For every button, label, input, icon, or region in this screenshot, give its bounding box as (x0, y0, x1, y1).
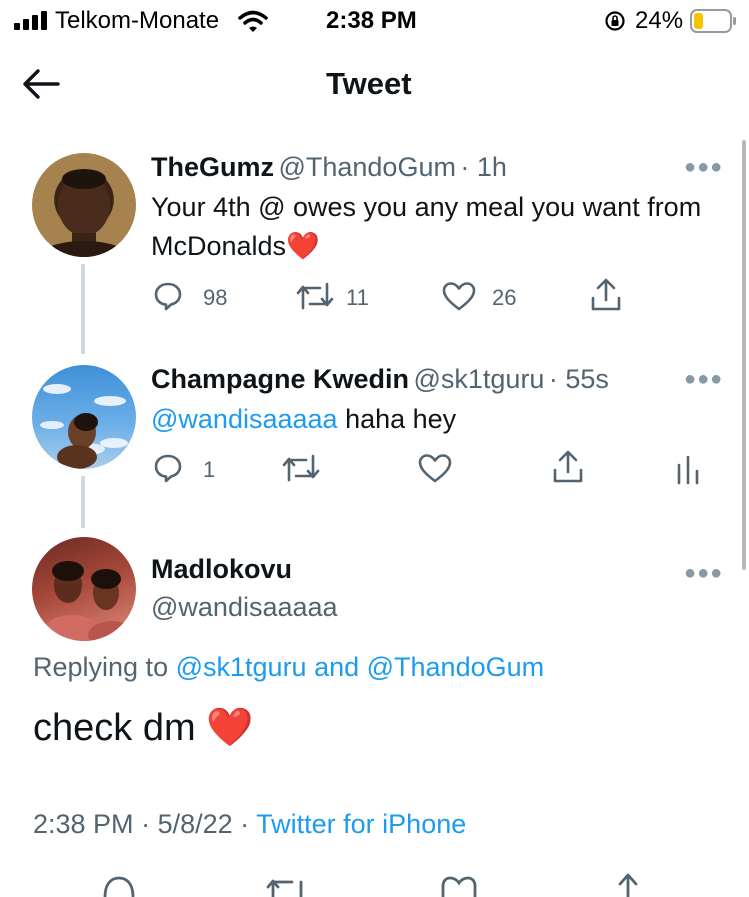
retweet-button[interactable] (296, 280, 334, 312)
scrollbar[interactable] (742, 140, 746, 570)
analytics-icon[interactable] (676, 453, 700, 485)
heart-emoji: ❤️ (206, 707, 254, 749)
tweet-timestamp: 2:38 PM · 5/8/22 · Twitter for iPhone (33, 809, 467, 839)
reply-button[interactable] (102, 874, 136, 897)
replying-to-users[interactable]: @sk1tguru and @ThandoGum (176, 652, 545, 682)
avatar[interactable] (32, 537, 136, 641)
tweet-text: @wandisaaaaa haha hey (151, 404, 457, 434)
battery-icon (690, 9, 738, 33)
share-button[interactable] (552, 450, 584, 484)
main-tweet-text: check dm ❤️ (33, 707, 254, 749)
more-options-icon[interactable]: ●●● (684, 368, 723, 391)
share-button[interactable] (590, 278, 622, 312)
tweet-header: Champagne Kwedin @sk1tguru · 55s (151, 364, 609, 395)
tweet-source[interactable]: Twitter for iPhone (256, 809, 466, 839)
more-options-icon[interactable]: ●●● (684, 156, 723, 179)
more-options-icon[interactable]: ●●● (684, 562, 723, 585)
avatar[interactable] (32, 153, 136, 257)
carrier-name: Telkom-Monate (55, 7, 220, 34)
display-name[interactable]: TheGumz (151, 152, 274, 182)
reply-button[interactable] (153, 281, 183, 311)
back-arrow-icon[interactable] (22, 68, 60, 100)
display-name[interactable]: Madlokovu (151, 554, 292, 585)
user-handle[interactable]: @wandisaaaaa (151, 592, 338, 623)
battery-percent: 24% (635, 7, 684, 34)
status-bar: Telkom-Monate 2:38 PM 24% (0, 0, 749, 44)
like-count: 26 (492, 285, 517, 310)
tweet-card[interactable]: Champagne Kwedin @sk1tguru · 55s ●●● @wa… (0, 352, 740, 528)
rotation-lock-icon (604, 10, 626, 32)
heart-emoji: ❤️ (286, 231, 320, 261)
replying-to: Replying to @sk1tguru and @ThandoGum (33, 652, 545, 682)
share-button[interactable] (612, 872, 644, 897)
signal-icon (14, 11, 48, 30)
main-tweet: Madlokovu @wandisaaaaa ●●● Replying to @… (0, 530, 740, 897)
user-handle[interactable]: @sk1tguru (413, 364, 544, 394)
tweet-age: · 1h (460, 152, 507, 182)
avatar[interactable] (32, 365, 136, 469)
thread-line (81, 264, 85, 354)
page-title: Tweet (326, 66, 412, 101)
reply-button[interactable] (153, 453, 183, 483)
user-handle[interactable]: @ThandoGum (278, 152, 456, 182)
like-button[interactable] (440, 874, 478, 897)
reply-count: 1 (203, 457, 216, 482)
reply-count: 98 (203, 285, 228, 310)
tweet-card[interactable]: TheGumz @ThandoGum · 1h ●●● Your 4th @ o… (0, 140, 740, 354)
tweet-header: TheGumz @ThandoGum · 1h (151, 152, 507, 183)
tweet-text: Your 4th @ owes you any meal you want fr… (151, 192, 702, 261)
tweet-age: · 55s (548, 364, 609, 394)
wifi-icon (238, 10, 268, 32)
header-bar: Tweet (0, 44, 749, 128)
mention-link[interactable]: @wandisaaaaa (151, 404, 338, 434)
display-name[interactable]: Champagne Kwedin (151, 364, 409, 394)
thread-line (81, 476, 85, 528)
status-time: 2:38 PM (326, 7, 417, 34)
retweet-button[interactable] (266, 876, 308, 897)
like-button[interactable] (442, 281, 476, 311)
retweet-button[interactable] (282, 452, 320, 484)
retweet-count: 11 (346, 285, 369, 310)
like-button[interactable] (418, 453, 452, 483)
